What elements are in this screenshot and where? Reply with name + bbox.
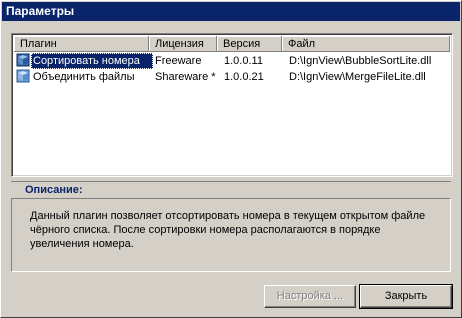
description-header: Описание:: [11, 181, 451, 198]
description-box: Данный плагин позволяет отсортировать но…: [11, 198, 451, 272]
table-row[interactable]: Сортировать номера Freeware 1.0.0.11 D:\…: [14, 53, 450, 69]
plugin-name: Сортировать номера: [31, 53, 153, 69]
settings-button[interactable]: Настройка ...: [264, 285, 356, 308]
close-button[interactable]: Закрыть: [359, 284, 453, 309]
plugin-version: 1.0.0.11: [224, 55, 263, 67]
plugin-name: Объединить файлы: [33, 71, 135, 83]
plugin-license: Shareware *: [155, 71, 216, 83]
plugin-file: D:\IgnView\BubbleSortLite.dll: [289, 55, 432, 67]
table-row[interactable]: Объединить файлы Shareware * 1.0.0.21 D:…: [14, 69, 450, 85]
column-header-license[interactable]: Лицензия: [149, 36, 217, 52]
column-header-label: Файл: [288, 38, 316, 50]
plugin-version: 1.0.0.21: [224, 71, 264, 83]
column-header-plugin[interactable]: Плагин: [14, 36, 149, 52]
plugin-icon: [16, 69, 30, 83]
plugin-icon: [16, 53, 30, 67]
description-label: Описание:: [25, 184, 83, 196]
plugin-file: D:\IgnView\MergeFileLite.dll: [289, 71, 426, 83]
window-title: Параметры: [6, 4, 75, 18]
title-bar: Параметры: [2, 2, 460, 21]
plugin-license: Freeware: [155, 55, 202, 67]
list-header: Плагин Лицензия Версия Файл: [14, 36, 450, 52]
description-panel: Описание: Данный плагин позволяет отсорт…: [11, 181, 451, 273]
column-header-label: Плагин: [20, 38, 57, 50]
column-header-label: Лицензия: [155, 38, 204, 50]
column-header-version[interactable]: Версия: [217, 36, 282, 52]
settings-dialog: Параметры Плагин Лицензия Версия Файл Со…: [0, 0, 462, 318]
plugins-list[interactable]: Плагин Лицензия Версия Файл Сортировать …: [11, 33, 453, 177]
column-header-file[interactable]: Файл: [282, 36, 450, 52]
description-text: Данный плагин позволяет отсортировать но…: [30, 210, 426, 250]
column-header-label: Версия: [223, 38, 261, 50]
